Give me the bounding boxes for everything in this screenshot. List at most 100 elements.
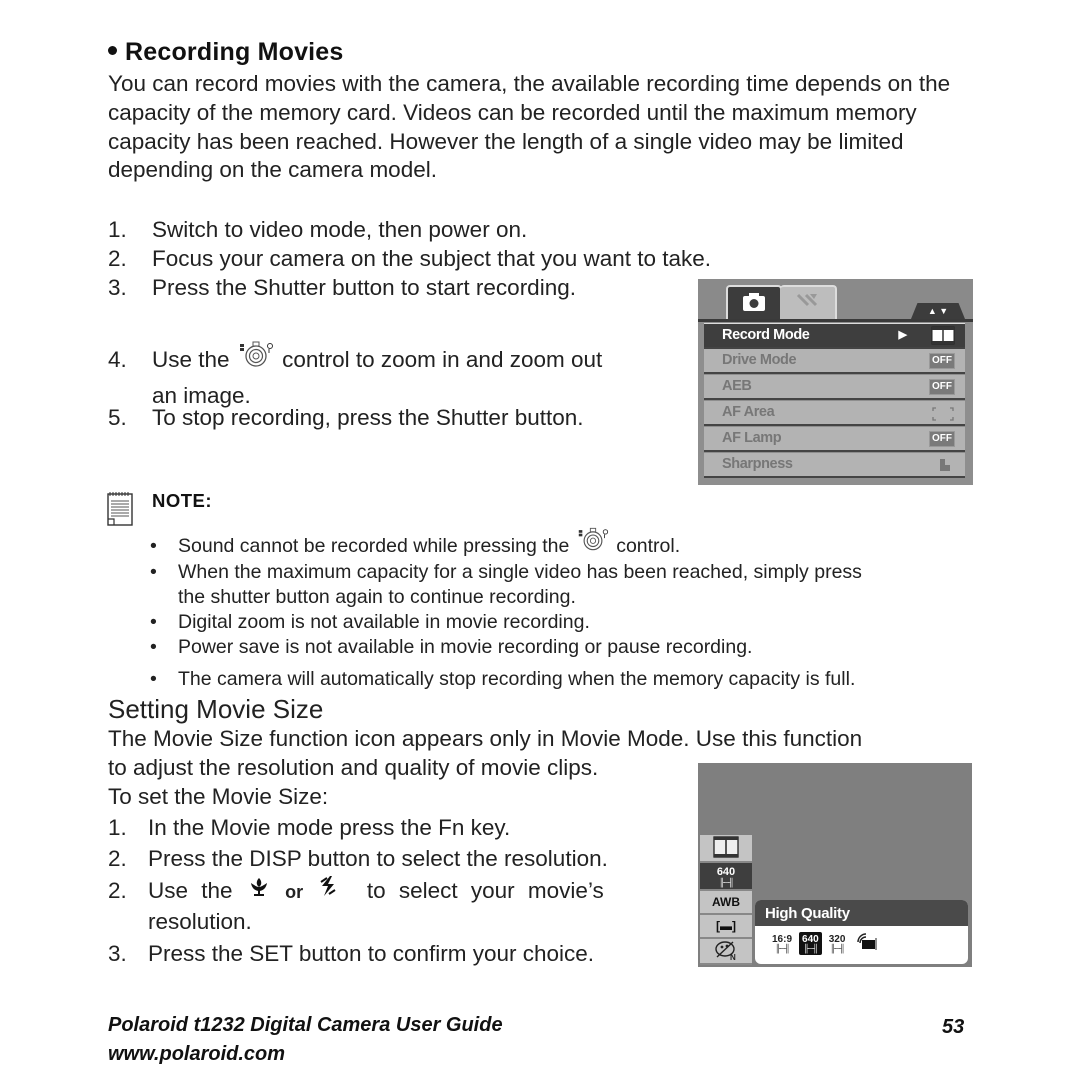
camera-icon — [743, 293, 765, 311]
film-strip-mark: ╟─╢ — [775, 943, 790, 953]
note-pad-icon — [107, 491, 133, 527]
camera-tab — [726, 285, 782, 320]
option-label: 320 — [828, 933, 846, 945]
page-number: 53 — [942, 1016, 965, 1038]
section-title-setting-movie-size: Setting Movie Size — [108, 694, 324, 724]
sharpness-icon — [939, 457, 955, 480]
step-text: In the Movie mode press the Fn key. — [148, 815, 511, 840]
menu-row-label: AEB — [722, 378, 752, 394]
step-text-part: Use the — [152, 347, 230, 372]
step-text: Press the SET button to confirm your cho… — [148, 941, 595, 966]
option-640: 640 ╟─╢ — [799, 931, 822, 955]
option-320: 320 ╟─╢ — [826, 932, 849, 955]
section-title-text: Recording Movies — [125, 38, 344, 66]
note-label: NOTE: — [152, 490, 213, 511]
quality-panel: High Quality 16:9 ╟─╢ 640 ╟─╢ 320 ╟─╢ — [755, 900, 968, 964]
note-text-part: Sound cannot be recorded while pressing … — [178, 535, 570, 557]
side-item-record-mode — [700, 835, 752, 863]
step-text: Focus your camera on the subject that yo… — [152, 246, 712, 271]
metering-icon: [▬] — [700, 915, 752, 939]
zoom-control-icon — [238, 340, 274, 376]
step-text: Press the DISP button to select the reso… — [148, 846, 608, 871]
menu-row-label: AF Lamp — [722, 430, 782, 446]
intro-line: to adjust the resolution and quality of … — [108, 755, 599, 780]
option-label: 16:9 — [772, 933, 793, 945]
step-text: Use the control to zoom in and zoom out … — [152, 341, 632, 411]
film-strip-mark: ╟─╢ — [803, 943, 818, 953]
intro-paragraph: You can record movies with the camera, t… — [108, 71, 951, 183]
bullet-dot: • — [150, 535, 157, 557]
bullet-dot: • — [150, 561, 157, 583]
step-text: Press the Shutter button to start record… — [152, 275, 576, 300]
menu-row-label: AF Area — [722, 404, 775, 420]
or-text: or — [285, 882, 304, 902]
movie-size-640-icon: 640 — [716, 866, 736, 878]
menu-row-label: Record Mode — [722, 327, 810, 343]
submenu-arrow-icon: ▶ — [898, 329, 907, 341]
off-badge: OFF — [929, 431, 955, 447]
resolution-options: 16:9 ╟─╢ 640 ╟─╢ 320 ╟─╢ — [769, 930, 882, 956]
step-text: resolution. — [148, 909, 252, 934]
divider — [698, 319, 973, 322]
intro-line: To set the Movie Size: — [108, 784, 329, 809]
menu-row-af-area: AF Area — [704, 401, 965, 426]
step-number: 2. — [108, 846, 127, 871]
menu-row-label: Sharpness — [722, 456, 793, 472]
bullet-dot: • — [150, 668, 157, 690]
step-number: 4. — [108, 347, 127, 372]
note-text-part: control. — [616, 535, 681, 557]
menu-tab-bar: ▲ ▼ — [698, 279, 973, 320]
side-item-movie-size: 640 ╟─╢ — [700, 863, 752, 891]
intro-line: The Movie Size function icon appears onl… — [108, 726, 863, 751]
panel-title: High Quality — [755, 900, 968, 926]
step-number: 3. — [108, 275, 127, 300]
note-text: Digital zoom is not available in movie r… — [178, 611, 590, 633]
bullet-dot: • — [150, 611, 157, 633]
step-number: 1. — [108, 815, 127, 840]
scroll-arrows-icon: ▲ ▼ — [911, 303, 965, 319]
off-badge: OFF — [929, 353, 955, 369]
menu-row-drive-mode: Drive Mode OFF — [704, 349, 965, 374]
af-area-bracket-icon — [931, 406, 955, 429]
footer-guide-title: Polaroid t1232 Digital Camera User Guide — [108, 1014, 503, 1036]
settings-tools-icon — [796, 293, 818, 307]
zoom-control-icon — [577, 526, 609, 559]
option-label: 640 — [802, 933, 819, 945]
note-text: The camera will automatically stop recor… — [178, 668, 856, 690]
svg-text:N: N — [730, 953, 736, 961]
menu-row-sharpness: Sharpness — [704, 453, 965, 478]
bullet-icon — [108, 45, 117, 55]
macro-tulip-icon — [248, 875, 270, 905]
flash-icon — [318, 875, 338, 905]
step-number: 2. — [108, 246, 127, 271]
note-text: the shutter button again to continue rec… — [178, 586, 576, 608]
settings-tab — [780, 285, 837, 320]
off-badge: OFF — [929, 379, 955, 395]
menu-row-af-lamp: AF Lamp OFF — [704, 427, 965, 452]
footer-url: www.polaroid.com — [108, 1043, 286, 1065]
step-text-part: to select your movie’s — [366, 878, 604, 903]
step-text: Use the or to select your movie’s — [148, 875, 604, 907]
web-stream-icon — [852, 930, 882, 957]
color-mode-icon: N — [715, 941, 736, 962]
side-item-color-mode: N — [700, 939, 752, 965]
note-text: When the maximum capacity for a single v… — [178, 561, 862, 583]
movie-size-screenshot: 640 ╟─╢ AWB [▬] N High Quality 16:9 ╟─╢ 6… — [698, 763, 972, 967]
step-number: 2. — [108, 878, 127, 903]
menu-row-record-mode: Record Mode ▶ — [704, 323, 965, 349]
step-number: 1. — [108, 217, 127, 242]
film-icon — [713, 836, 739, 858]
camera-menu-screenshot: ▲ ▼ Record Mode ▶ Drive Mode OFF AEB OFF… — [698, 279, 973, 485]
step-text: To stop recording, press the Shutter but… — [152, 405, 584, 430]
bullet-dot: • — [150, 636, 157, 658]
film-strip-mark: ╟─╢ — [718, 878, 734, 887]
section-title-recording-movies: Recording Movies — [108, 38, 344, 67]
option-16-9: 16:9 ╟─╢ — [769, 932, 795, 955]
menu-row-aeb: AEB OFF — [704, 375, 965, 400]
film-strip-mark: ╟─╢ — [830, 943, 845, 953]
step-text-part: Use the — [148, 878, 233, 903]
note-text: Power save is not available in movie rec… — [178, 636, 753, 658]
side-item-white-balance: AWB — [700, 891, 752, 915]
menu-row-label: Drive Mode — [722, 352, 797, 368]
step-text: Switch to video mode, then power on. — [152, 217, 528, 242]
